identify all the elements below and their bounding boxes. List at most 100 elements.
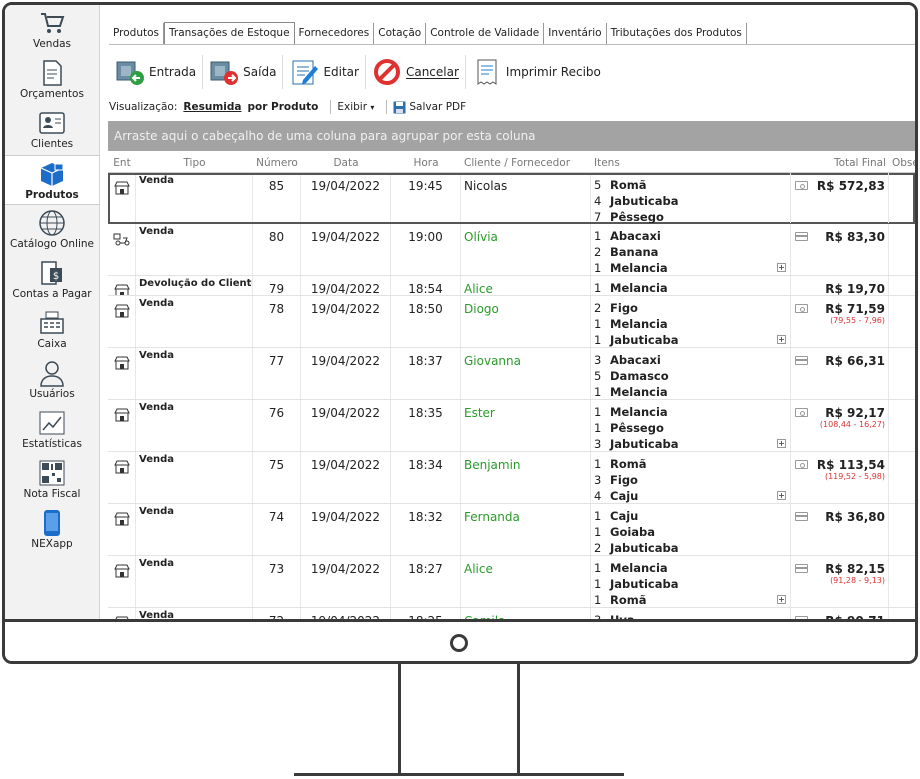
column-header[interactable]: Tipo: [136, 155, 253, 171]
sidebar-item-or-amentos[interactable]: Orçamentos: [5, 55, 99, 105]
line-item: 1 Goiaba: [594, 525, 656, 539]
exibir-dropdown[interactable]: Exibir ▾: [337, 101, 374, 113]
sidebar-item-produtos[interactable]: Produtos: [5, 155, 99, 205]
store-icon: [113, 181, 130, 195]
cliente-cell: Camila: [461, 608, 591, 619]
table-row[interactable]: Venda 75 19/04/2022 18:34 Benjamin 1 Romã 3 Fi…: [108, 452, 915, 504]
sidebar-item-nota-fiscal[interactable]: Nota Fiscal: [5, 455, 99, 505]
total-cell: R$ 71,59 (79,55 - 7,96): [791, 296, 889, 347]
entry-type-cell: [108, 608, 136, 619]
cancel-icon: [373, 59, 400, 85]
sidebar-item-label: NEXapp: [31, 538, 73, 550]
column-header[interactable]: Itens: [591, 155, 791, 171]
table-row[interactable]: Venda7219/04/202218:25Camila3 Uva R$ 90,7…: [108, 608, 915, 619]
group-by-area[interactable]: Arraste aqui o cabeçalho de uma coluna p…: [108, 121, 915, 151]
line-item: 1 Melancia: [594, 405, 668, 419]
table-row[interactable]: Venda 73 19/04/2022 18:27 Alice 1 Melancia 1 J…: [108, 556, 915, 608]
cliente-cell: Ester: [461, 400, 591, 451]
entry-type-cell: [108, 348, 136, 399]
table-row[interactable]: Venda 85 19/04/2022 19:45 Nicolas 5 Romã 4 Jab…: [108, 173, 915, 224]
tab-4[interactable]: Controle de Validade: [426, 23, 545, 44]
expand-icon[interactable]: +: [777, 439, 786, 448]
discount-detail: (119,52 - 5,98): [824, 472, 885, 481]
sidebar-item-estat-sticas[interactable]: Estatísticas: [5, 405, 99, 455]
line-item: 1 Romã: [594, 593, 647, 607]
sidebar-item-label: Estatísticas: [22, 438, 82, 450]
editar-button[interactable]: Editar: [283, 55, 366, 89]
chart-icon: [37, 409, 67, 437]
total-cell: R$ 83,30: [791, 224, 889, 275]
imprimir-recibo-button[interactable]: Imprimir Recibo: [466, 55, 607, 89]
table-row[interactable]: Venda 80 19/04/2022 19:00 Olívia 1 Abacaxi 2 B…: [108, 224, 915, 276]
stock-in-icon: [116, 61, 144, 85]
numero-cell: 77: [253, 348, 301, 399]
store-icon: [113, 284, 130, 295]
table-row[interactable]: Venda 78 19/04/2022 18:50 Diogo 2 Figo 1 Melan…: [108, 296, 915, 348]
line-item: 1 Melancia: [594, 317, 668, 331]
tab-3[interactable]: Cotação: [374, 23, 427, 44]
observacao-cell: [889, 452, 915, 503]
sidebar-item-cat-logo-online[interactable]: Catálogo Online: [5, 205, 99, 255]
sidebar-item-usu-rios[interactable]: Usuários: [5, 355, 99, 405]
expand-icon[interactable]: +: [777, 595, 786, 604]
view-resumida-link[interactable]: Resumida: [183, 101, 241, 113]
tipo-cell: Devolução do Cliente: [136, 276, 253, 295]
column-header[interactable]: Cliente / Fornecedor: [461, 155, 591, 171]
line-item: 1 Melancia: [594, 281, 668, 295]
table-row[interactable]: Venda 77 19/04/2022 18:37 Giovanna 3 Abacaxi 5…: [108, 348, 915, 400]
total-cell: R$ 572,83: [791, 173, 889, 223]
table-row[interactable]: Devolução do Cliente 79 19/04/2022 18:54 Ali…: [108, 276, 915, 296]
line-item: 3 Figo: [594, 473, 638, 487]
sidebar-item-nexapp[interactable]: NEXapp: [5, 505, 99, 555]
tab-0[interactable]: Produtos: [109, 23, 164, 44]
view-label: Visualização:: [109, 101, 178, 113]
tipo-cell: Venda: [136, 296, 253, 347]
table-row[interactable]: Venda 74 19/04/2022 18:32 Fernanda 1 Caju 1 Go…: [108, 504, 915, 556]
cancelar-button[interactable]: Cancelar: [366, 55, 466, 89]
column-header[interactable]: Data: [301, 155, 391, 171]
tab-2[interactable]: Fornecedores: [295, 23, 375, 44]
column-header[interactable]: Total Final: [791, 155, 889, 171]
line-item: 7 Pêssego: [594, 210, 664, 223]
view-por-produto-link[interactable]: por Produto: [247, 101, 318, 113]
data-cell: 19/04/2022: [301, 224, 391, 275]
expand-icon[interactable]: +: [777, 491, 786, 500]
hora-cell: 18:35: [391, 400, 461, 451]
tab-1[interactable]: Transações de Estoque: [164, 22, 295, 44]
column-header[interactable]: Obser: [889, 155, 915, 171]
stock-out-icon: [210, 61, 239, 85]
sidebar-item-contas-a-pagar[interactable]: $ Contas a Pagar: [5, 255, 99, 305]
sidebar-item-vendas[interactable]: Vendas: [5, 5, 99, 55]
sidebar-item-clientes[interactable]: Clientes: [5, 105, 99, 155]
table-row[interactable]: Venda 76 19/04/2022 18:35 Ester 1 Melancia 1 P…: [108, 400, 915, 452]
column-header[interactable]: Ent: [108, 155, 136, 171]
saida-button[interactable]: Saída: [203, 55, 284, 89]
sidebar-item-caixa[interactable]: Caixa: [5, 305, 99, 355]
column-header[interactable]: Hora: [391, 155, 461, 171]
data-cell: 19/04/2022: [301, 608, 391, 619]
view-bar: Visualização: Resumida por Produto Exibi…: [109, 98, 472, 116]
entrada-button[interactable]: Entrada: [109, 55, 204, 89]
hora-cell: 19:45: [391, 173, 461, 223]
tab-5[interactable]: Inventário: [544, 23, 607, 44]
cliente-cell: Alice: [461, 556, 591, 607]
itens-cell: 1 Abacaxi 2 Banana 1 Melancia +: [591, 224, 791, 275]
salvar-pdf-button[interactable]: Salvar PDF: [393, 101, 466, 114]
hora-cell: 18:34: [391, 452, 461, 503]
observacao-cell: [889, 348, 915, 399]
delivery-icon: [113, 233, 129, 246]
transactions-grid: Ent Tipo Número Data Hora Cliente / Fornecedo…: [108, 153, 915, 619]
data-cell: 19/04/2022: [301, 452, 391, 503]
line-item: 1 Romã: [594, 457, 647, 471]
sidebar-item-label: Vendas: [32, 38, 72, 50]
discount-detail: (108,44 - 16,27): [819, 420, 885, 429]
line-item: 2 Figo: [594, 301, 638, 315]
total-cell: R$ 113,54 (119,52 - 5,98): [791, 452, 889, 503]
expand-icon[interactable]: +: [777, 263, 786, 272]
sidebar-item-label: Clientes: [30, 138, 74, 150]
hora-cell: 19:00: [391, 224, 461, 275]
cash-payment-icon: [795, 460, 808, 469]
expand-icon[interactable]: +: [777, 335, 786, 344]
tab-6[interactable]: Tributações dos Produtos: [607, 23, 747, 44]
column-header[interactable]: Número: [253, 155, 301, 171]
